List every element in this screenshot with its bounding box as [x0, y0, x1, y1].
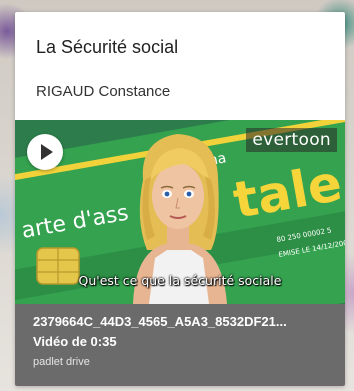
post-title: La Sécurité social [36, 37, 179, 57]
attachment-file-name: 2379664C_44D3_4565_A5A3_8532DF21... [33, 314, 287, 329]
attachment-duration: Vidéo de 0:35 [33, 334, 117, 349]
attachment-info[interactable]: 2379664C_44D3_4565_A5A3_8532DF21... Vidé… [15, 304, 345, 386]
video-thumbnail[interactable]: arte d'ass ma tale 80 250 00002 5 EMISE … [15, 120, 345, 304]
post-author: RIGAUD Constance [36, 83, 171, 100]
attachment-source: padlet drive [33, 356, 90, 368]
video-caption: Qu'est ce que la sécurité sociale [78, 273, 282, 288]
watermark-label: evertoon [246, 128, 337, 152]
post-card[interactable]: La Sécurité social RIGAUD Constance arte… [15, 12, 345, 386]
play-icon[interactable] [27, 134, 63, 170]
